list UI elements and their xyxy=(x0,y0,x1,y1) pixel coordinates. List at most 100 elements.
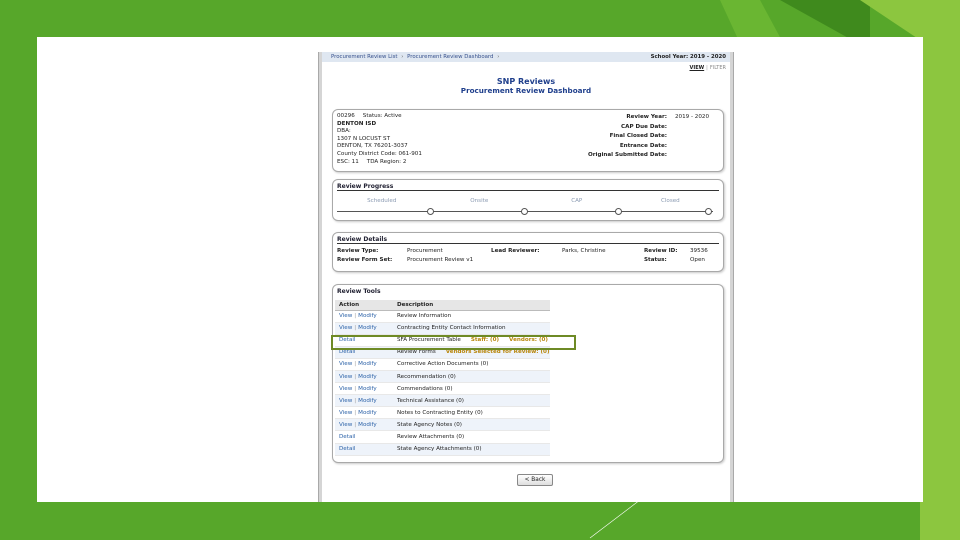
progress-track xyxy=(337,208,713,215)
table-row: Detail State Agency Attachments (0) xyxy=(335,443,550,456)
table-row: Detail Review Forms Vendors Selected for R… xyxy=(335,346,550,359)
entity-info: 00296 Status: Active DENTON ISD DBA: 1307… xyxy=(337,113,422,166)
row-description: Technical Assistance (0) xyxy=(397,397,464,404)
action-cell: Detail xyxy=(335,443,393,456)
row-description: Notes to Contracting Entity (0) xyxy=(397,409,483,416)
cap-due-date-row: CAP Due Date: xyxy=(621,123,667,130)
review-progress-panel: Review Progress Scheduled Onsite CAP Clo… xyxy=(332,179,724,221)
entrance-date-row: Entrance Date: xyxy=(619,142,667,149)
review-type-block: Review Type: Review Form Set: xyxy=(337,248,393,263)
action-cell: View | Modify xyxy=(335,322,393,335)
table-row: View | Modify Recommendation (0) xyxy=(335,370,550,384)
action-cell: View | Modify xyxy=(335,310,393,323)
description-cell: Review Attachments (0) xyxy=(393,430,550,444)
view-link[interactable]: View xyxy=(339,386,352,392)
row-description: Recommendation (0) xyxy=(397,373,456,380)
final-closed-date-row: Final Closed Date: xyxy=(609,133,667,140)
view-link[interactable]: View xyxy=(339,325,352,331)
modify-link[interactable]: Modify xyxy=(358,386,377,392)
entity-city: DENTON, TX 76201-3037 xyxy=(337,143,408,150)
action-cell: View | Modify xyxy=(335,370,393,384)
action-separator: | xyxy=(354,325,357,332)
row-description: State Agency Notes (0) xyxy=(397,421,462,428)
school-year: School Year: 2019 - 2020 xyxy=(650,54,726,60)
progress-step-onsite: Onsite xyxy=(470,198,489,204)
detail-link[interactable]: Detail xyxy=(339,446,355,452)
action-cell: View | Modify xyxy=(335,358,393,371)
action-cell: View | Modify xyxy=(335,394,393,408)
description-cell: Contracting Entity Contact Information xyxy=(393,322,550,335)
review-tools-table: Action Description View | Modify Review Inf… xyxy=(335,300,550,456)
row-description: State Agency Attachments (0) xyxy=(397,446,482,453)
row-description: Review Information xyxy=(397,313,452,320)
table-row: View | Modify Commendations (0) xyxy=(335,382,550,396)
progress-node-onsite xyxy=(521,208,529,215)
row-count-badge: Vendors: (0) xyxy=(509,337,548,344)
view-link[interactable]: View xyxy=(339,410,352,416)
view-link[interactable]: VIEW xyxy=(690,65,705,71)
progress-step-closed: Closed xyxy=(660,198,680,204)
action-separator: | xyxy=(354,409,357,416)
action-cell: Detail xyxy=(335,346,393,359)
entity-status: Status: Active xyxy=(362,113,402,119)
view-link[interactable]: View xyxy=(339,422,352,428)
action-cell: Detail xyxy=(335,430,393,444)
row-count-badge: Staff: (0) xyxy=(470,337,500,344)
review-id-value: 39536 xyxy=(690,248,708,254)
modify-link[interactable]: Modify xyxy=(358,361,377,367)
description-cell: State Agency Attachments (0) xyxy=(393,443,550,456)
filter-link[interactable]: FILTER xyxy=(710,65,726,71)
table-row: View | Modify Notes to Contracting Entity (… xyxy=(335,406,550,420)
row-description: Contracting Entity Contact Information xyxy=(397,325,506,332)
review-dates: Review Year: 2019 - 2020 CAP Due Date: Fi… xyxy=(588,113,713,161)
view-link[interactable]: View xyxy=(339,398,352,404)
modify-link[interactable]: Modify xyxy=(358,398,377,404)
row-description: Commendations (0) xyxy=(397,385,453,392)
breadcrumb-separator: › xyxy=(401,54,404,60)
row-description: Review Attachments (0) xyxy=(397,433,465,440)
row-description: Review Forms xyxy=(397,349,436,356)
page-title-line2: Procurement Review Dashboard xyxy=(460,86,592,95)
lead-reviewer-block: Lead Reviewer: xyxy=(491,248,540,254)
page-title-line1: SNP Reviews xyxy=(496,77,556,86)
description-cell: SFA Procurement Table Staff: (0) Vendors: … xyxy=(393,334,550,347)
review-tools-title: Review Tools xyxy=(337,288,381,295)
breadcrumb-procurement-review-dashboard[interactable]: Procurement Review Dashboard xyxy=(407,54,493,60)
entity-id: 00296 xyxy=(337,113,355,119)
page-content: Procurement Review List › Procurement Re… xyxy=(322,52,730,502)
action-separator: | xyxy=(354,361,357,368)
table-header-row: Action Description xyxy=(335,300,550,311)
review-form-set-value: Procurement Review v1 xyxy=(407,256,474,263)
back-button[interactable]: < Back xyxy=(517,474,553,486)
modify-link[interactable]: Modify xyxy=(358,325,377,331)
detail-link[interactable]: Detail xyxy=(339,349,355,355)
modify-link[interactable]: Modify xyxy=(358,422,377,428)
table-row: Detail SFA Procurement Table Staff: (0) Ven… xyxy=(335,334,550,347)
action-separator: | xyxy=(354,421,357,428)
row-description: SFA Procurement Table xyxy=(397,337,461,344)
view-link[interactable]: View xyxy=(339,313,352,319)
progress-step-scheduled: Scheduled xyxy=(367,198,397,204)
modify-link[interactable]: Modify xyxy=(358,313,377,319)
description-cell: Notes to Contracting Entity (0) xyxy=(393,406,550,420)
review-type-values: Procurement Procurement Review v1 xyxy=(407,247,473,264)
detail-link[interactable]: Detail xyxy=(339,337,355,343)
description-cell: Corrective Action Documents (0) xyxy=(393,358,550,371)
progress-node-scheduled xyxy=(427,208,435,215)
modify-link[interactable]: Modify xyxy=(358,374,377,380)
breadcrumb-procurement-review-list[interactable]: Procurement Review List xyxy=(331,54,398,60)
modify-link[interactable]: Modify xyxy=(358,410,377,416)
action-cell: View | Modify xyxy=(335,418,393,432)
original-submitted-date-row: Original Submitted Date: xyxy=(588,152,667,159)
action-separator: | xyxy=(354,313,357,320)
progress-step-cap: CAP xyxy=(571,198,583,204)
view-link[interactable]: View xyxy=(339,374,352,380)
action-separator: | xyxy=(354,397,357,404)
table-row: View | Modify Corrective Action Documents (… xyxy=(335,358,550,371)
review-type-value: Procurement xyxy=(407,248,443,254)
progress-node-closed xyxy=(705,208,713,215)
view-link[interactable]: View xyxy=(339,361,352,367)
detail-link[interactable]: Detail xyxy=(339,434,355,440)
action-separator: | xyxy=(354,373,357,380)
review-details-panel: Review Details Review Type: Review Form … xyxy=(332,232,724,272)
